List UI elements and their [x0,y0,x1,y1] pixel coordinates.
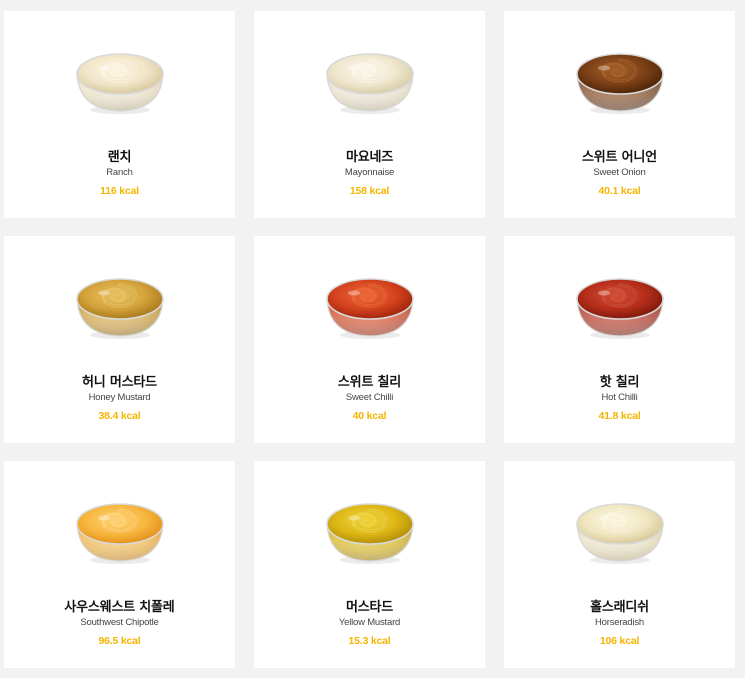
sauce-card[interactable]: 허니 머스타드 Honey Mustard 38.4 kcal [4,236,235,443]
sauce-name-english: Honey Mustard [88,392,151,403]
sauce-name-english: Horseradish [594,617,644,628]
sauce-calories: 41.8 kcal [598,410,641,422]
sauce-calories: 40.1 kcal [598,185,641,197]
sauce-name-korean: 허니 머스타드 [82,375,157,390]
sauce-name-english: Ranch [106,167,133,178]
sauce-calories: 38.4 kcal [98,410,141,422]
sauce-card[interactable]: 사우스웨스트 치폴레 Southwest Chipotle 96.5 kcal [4,461,235,668]
sauce-calories: 116 kcal [100,185,139,197]
sauce-card[interactable]: 스위트 칠리 Sweet Chilli 40 kcal [254,236,485,443]
horseradish-sauce-bowl-icon [574,494,666,566]
sauce-name-korean: 마요네즈 [345,150,394,165]
honey-mustard-sauce-bowl-icon [74,269,166,341]
sauce-name-korean: 스위트 어니언 [582,150,657,165]
sauce-card[interactable]: 스위트 어니언 Sweet Onion 40.1 kcal [504,11,735,218]
sauce-card[interactable]: 마요네즈 Mayonnaise 158 kcal [254,11,485,218]
sauce-calories: 15.3 kcal [348,635,391,647]
sauce-card[interactable]: 머스타드 Yellow Mustard 15.3 kcal [254,461,485,668]
sauce-name-english: Mayonnaise [344,167,395,178]
sauce-name-english: Sweet Chilli [345,392,394,403]
sauce-name-korean: 스위트 칠리 [337,375,402,390]
sauce-name-english: Sweet Onion [593,167,646,178]
sweet-onion-sauce-bowl-icon [574,44,666,116]
sauce-calories: 158 kcal [349,185,390,197]
sauce-calories: 40 kcal [352,410,387,422]
sauce-name-english: Southwest Chipotle [80,617,159,628]
hot-chilli-sauce-bowl-icon [574,269,666,341]
sauce-name-english: Yellow Mustard [338,617,401,628]
sauce-card[interactable]: 홀스래디쉬 Horseradish 106 kcal [504,461,735,668]
sauce-name-english: Hot Chilli [601,392,638,403]
sauce-name-korean: 랜치 [107,150,132,165]
sauce-card[interactable]: 랜치 Ranch 116 kcal [4,11,235,218]
sauce-name-korean: 핫 칠리 [599,375,640,390]
sauce-card[interactable]: 핫 칠리 Hot Chilli 41.8 kcal [504,236,735,443]
sauce-name-korean: 홀스래디쉬 [590,600,649,615]
ranch-sauce-bowl-icon [74,44,166,116]
sauce-calories: 96.5 kcal [98,635,141,647]
southwest-chipotle-sauce-bowl-icon [74,494,166,566]
sweet-chilli-sauce-bowl-icon [324,269,416,341]
mayonnaise-sauce-bowl-icon [324,44,416,116]
sauce-grid: 랜치 Ranch 116 kcal 마요네즈 Mayonnaise 158 kcal 스위트… [4,11,741,668]
sauce-name-korean: 사우스웨스트 치폴레 [64,600,175,615]
yellow-mustard-sauce-bowl-icon [324,494,416,566]
sauce-calories: 106 kcal [599,635,640,647]
sauce-name-korean: 머스타드 [345,600,394,615]
